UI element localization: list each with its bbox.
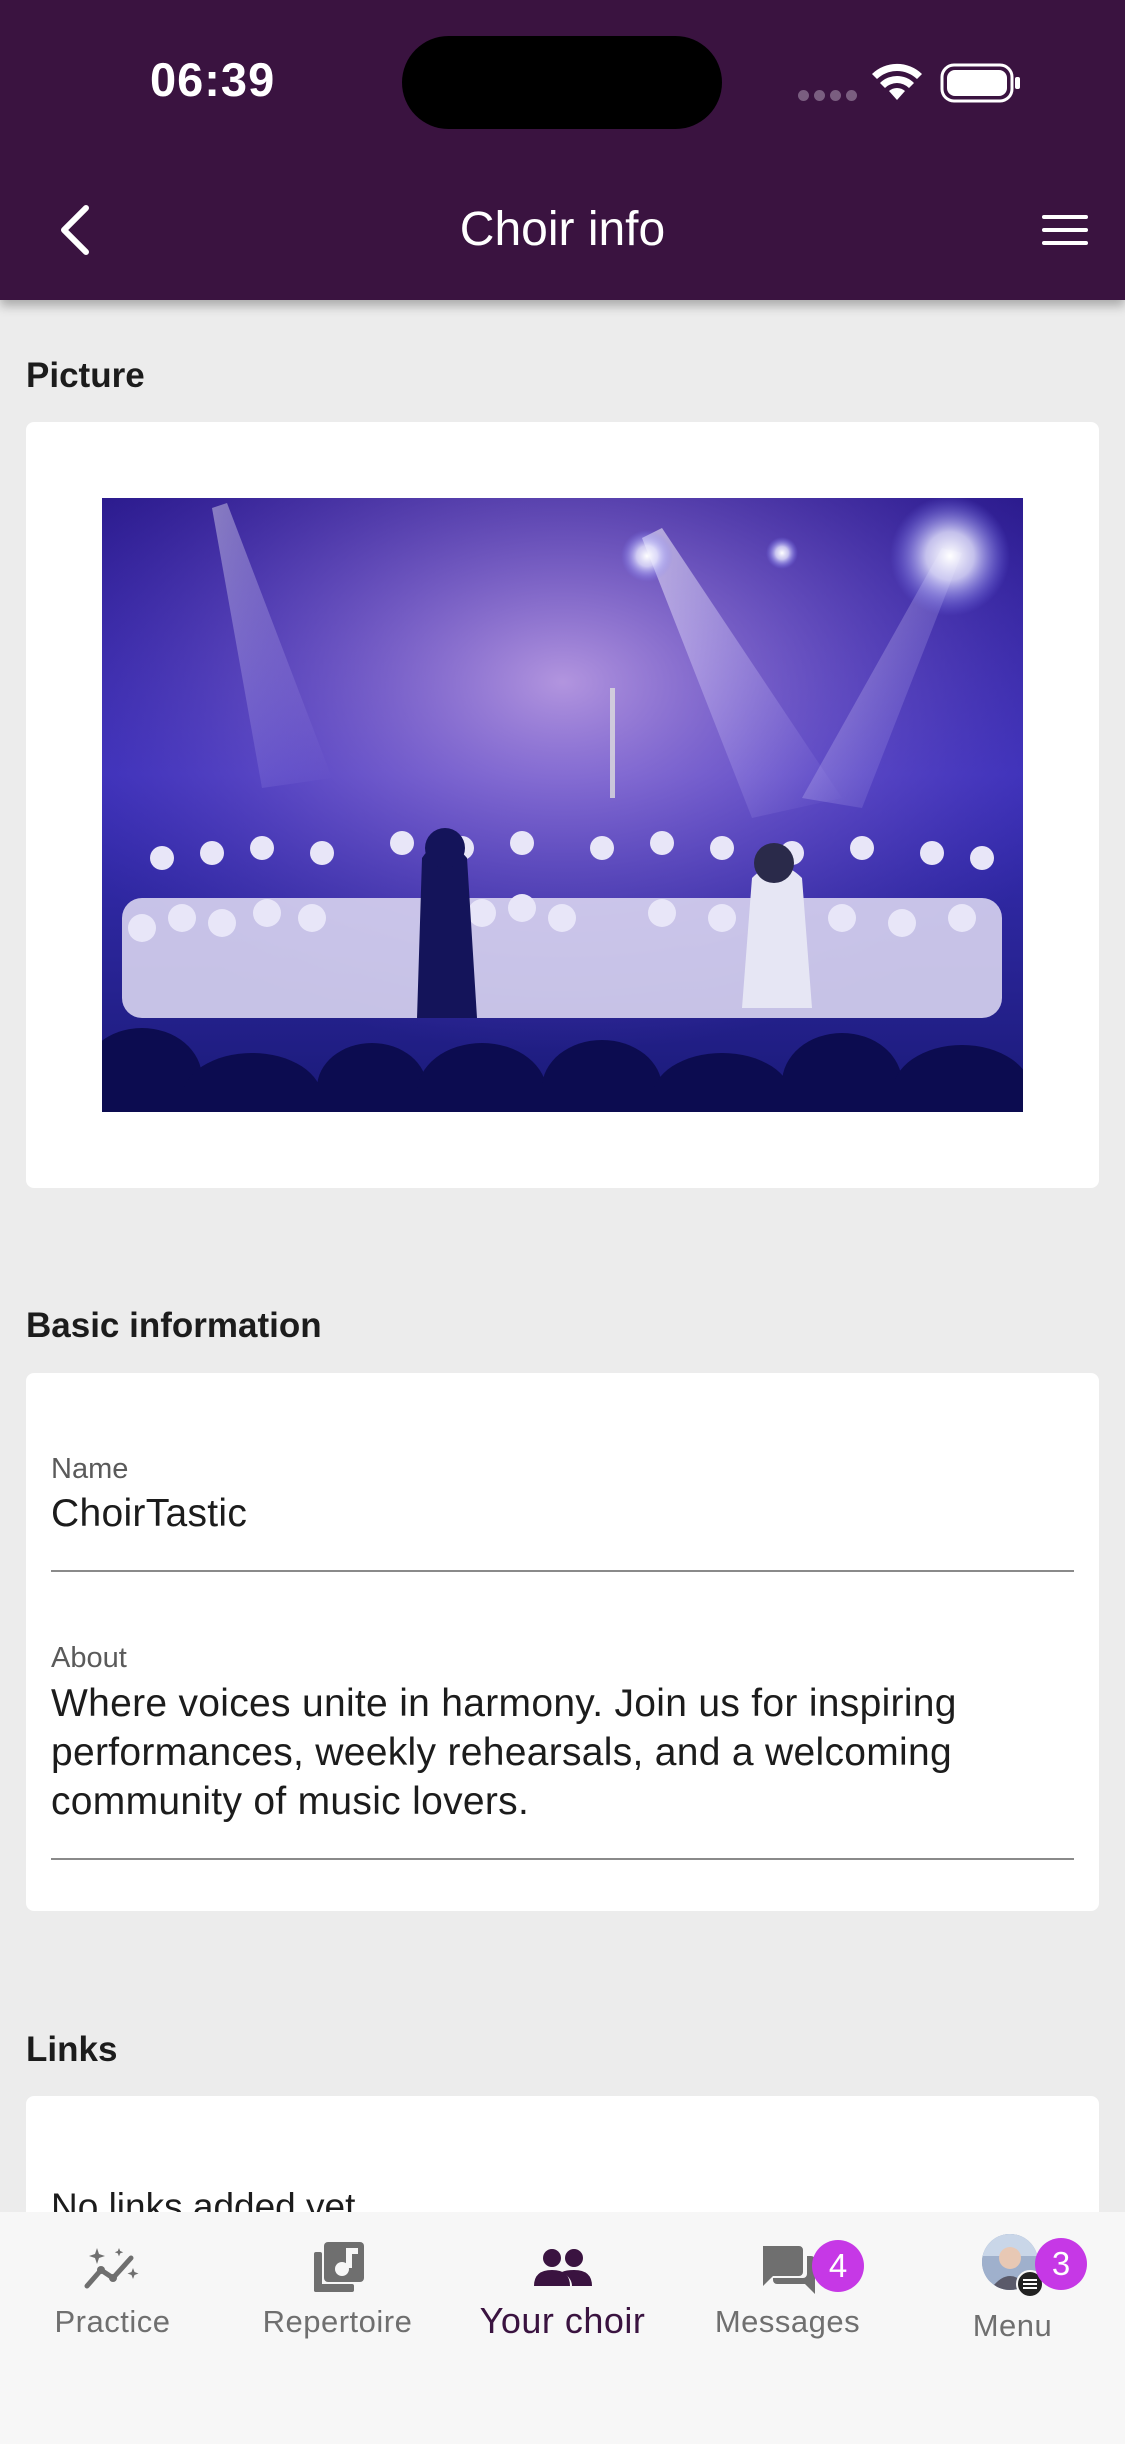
cellular-signal-icon bbox=[798, 88, 862, 106]
group-icon bbox=[533, 2249, 592, 2286]
wifi-icon bbox=[872, 63, 922, 100]
picture-card bbox=[26, 422, 1099, 1188]
name-field[interactable]: ChoirTastic bbox=[51, 1489, 1051, 1538]
picture-section-label: Picture bbox=[26, 356, 145, 395]
tab-your-choir[interactable]: Your choir bbox=[450, 2212, 675, 2362]
tab-menu[interactable]: 3 Menu bbox=[900, 2212, 1125, 2362]
about-field[interactable]: Where voices unite in harmony. Join us f… bbox=[51, 1679, 1051, 1826]
messages-badge: 4 bbox=[812, 2240, 864, 2292]
battery-icon bbox=[940, 63, 1020, 103]
choir-photo-image bbox=[102, 498, 1023, 1112]
name-field-underline bbox=[51, 1570, 1074, 1572]
tab-menu-label: Menu bbox=[972, 2308, 1053, 2343]
app-header: 06:39 Choir info bbox=[0, 0, 1125, 300]
chat-icon bbox=[762, 2246, 815, 2294]
basic-info-section-label: Basic information bbox=[26, 1306, 322, 1345]
dynamic-island bbox=[402, 36, 722, 129]
tab-practice-label: Practice bbox=[54, 2304, 171, 2339]
name-field-label: Name bbox=[51, 1453, 129, 1485]
menu-badge: 3 bbox=[1035, 2238, 1087, 2290]
about-field-label: About bbox=[51, 1642, 127, 1674]
menu-button[interactable] bbox=[1025, 200, 1105, 260]
links-section-label: Links bbox=[26, 2030, 118, 2069]
choir-photo[interactable] bbox=[102, 498, 1023, 1112]
page-title: Choir info bbox=[459, 203, 666, 256]
tab-messages-label: Messages bbox=[714, 2304, 861, 2339]
tab-your-choir-label: Your choir bbox=[479, 2300, 646, 2341]
tab-messages[interactable]: 4 Messages bbox=[675, 2212, 900, 2362]
about-field-underline bbox=[51, 1858, 1074, 1860]
basic-info-card: Name ChoirTastic About Where voices unit… bbox=[26, 1373, 1099, 1911]
music-library-icon bbox=[313, 2242, 364, 2292]
tab-repertoire-label: Repertoire bbox=[262, 2304, 413, 2339]
tab-repertoire[interactable]: Repertoire bbox=[225, 2212, 450, 2362]
status-time: 06:39 bbox=[150, 53, 276, 106]
sparkle-chart-icon bbox=[84, 2248, 138, 2289]
bottom-tab-bar: Practice Repertoire Your choir 4 Message… bbox=[0, 2212, 1125, 2444]
hamburger-icon bbox=[1042, 215, 1088, 245]
tab-practice[interactable]: Practice bbox=[0, 2212, 225, 2362]
